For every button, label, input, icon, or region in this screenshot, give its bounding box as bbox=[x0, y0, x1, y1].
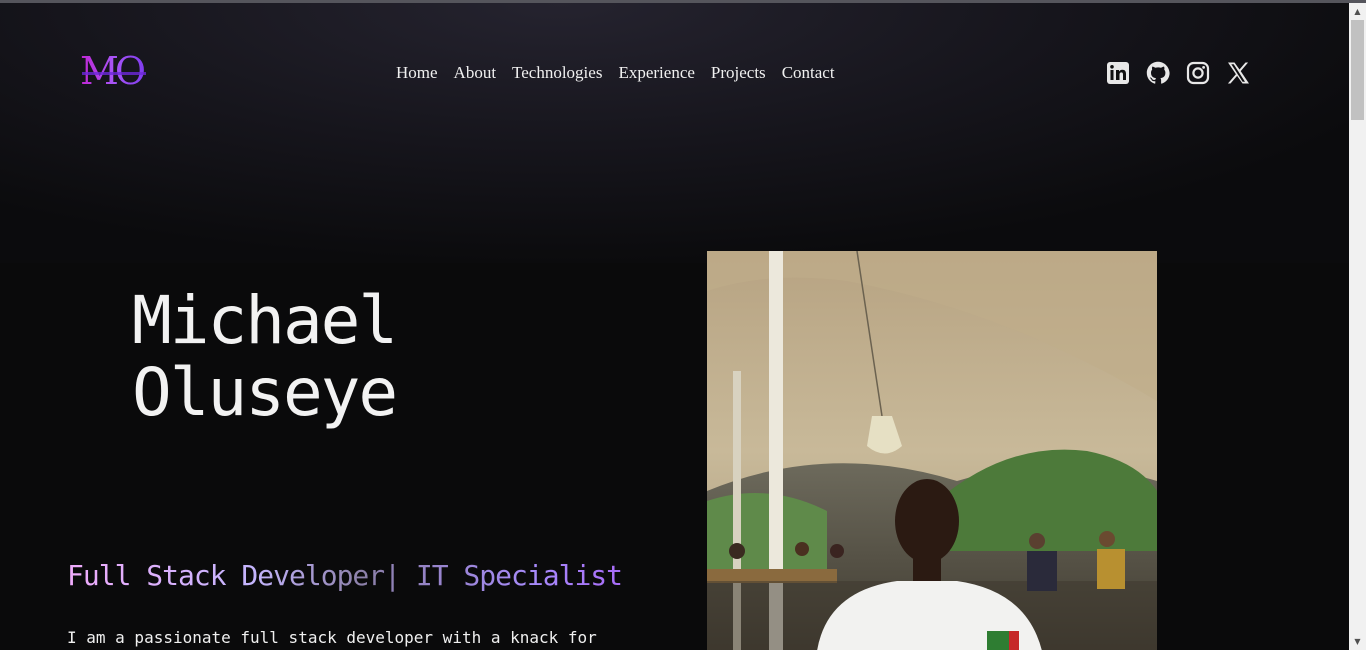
logo-bar bbox=[82, 72, 146, 75]
site-logo[interactable]: MO bbox=[80, 51, 148, 91]
hero-name-first: Michael bbox=[132, 282, 398, 359]
hero-name: Michael Oluseye bbox=[132, 285, 612, 429]
social-links bbox=[1106, 61, 1250, 87]
nav-technologies[interactable]: Technologies bbox=[504, 61, 610, 85]
scroll-thumb[interactable] bbox=[1351, 20, 1364, 120]
scroll-down-arrow-icon[interactable]: ▼ bbox=[1349, 633, 1366, 650]
nav-home[interactable]: Home bbox=[388, 61, 446, 85]
nav-contact[interactable]: Contact bbox=[774, 61, 843, 85]
main-nav: Home About Technologies Experience Proje… bbox=[388, 61, 843, 85]
linkedin-icon[interactable] bbox=[1106, 61, 1130, 85]
hero-bio: I am a passionate full stack developer w… bbox=[67, 628, 597, 647]
nav-about[interactable]: About bbox=[446, 61, 505, 85]
hero-role: Full Stack Developer| IT Specialist bbox=[67, 558, 687, 594]
scroll-up-arrow-icon[interactable]: ▲ bbox=[1349, 3, 1366, 20]
x-icon[interactable] bbox=[1226, 61, 1250, 85]
logo-text: MO bbox=[80, 51, 148, 91]
profile-photo bbox=[707, 251, 1157, 650]
instagram-icon[interactable] bbox=[1186, 61, 1210, 85]
hero-name-last: Oluseye bbox=[132, 354, 398, 431]
page-scrollbar[interactable]: ▲ ▼ bbox=[1349, 3, 1366, 650]
nav-projects[interactable]: Projects bbox=[703, 61, 774, 85]
page: MO Home About Technologies Experience Pr… bbox=[0, 3, 1349, 650]
github-icon[interactable] bbox=[1146, 61, 1170, 85]
nav-experience[interactable]: Experience bbox=[610, 61, 702, 85]
